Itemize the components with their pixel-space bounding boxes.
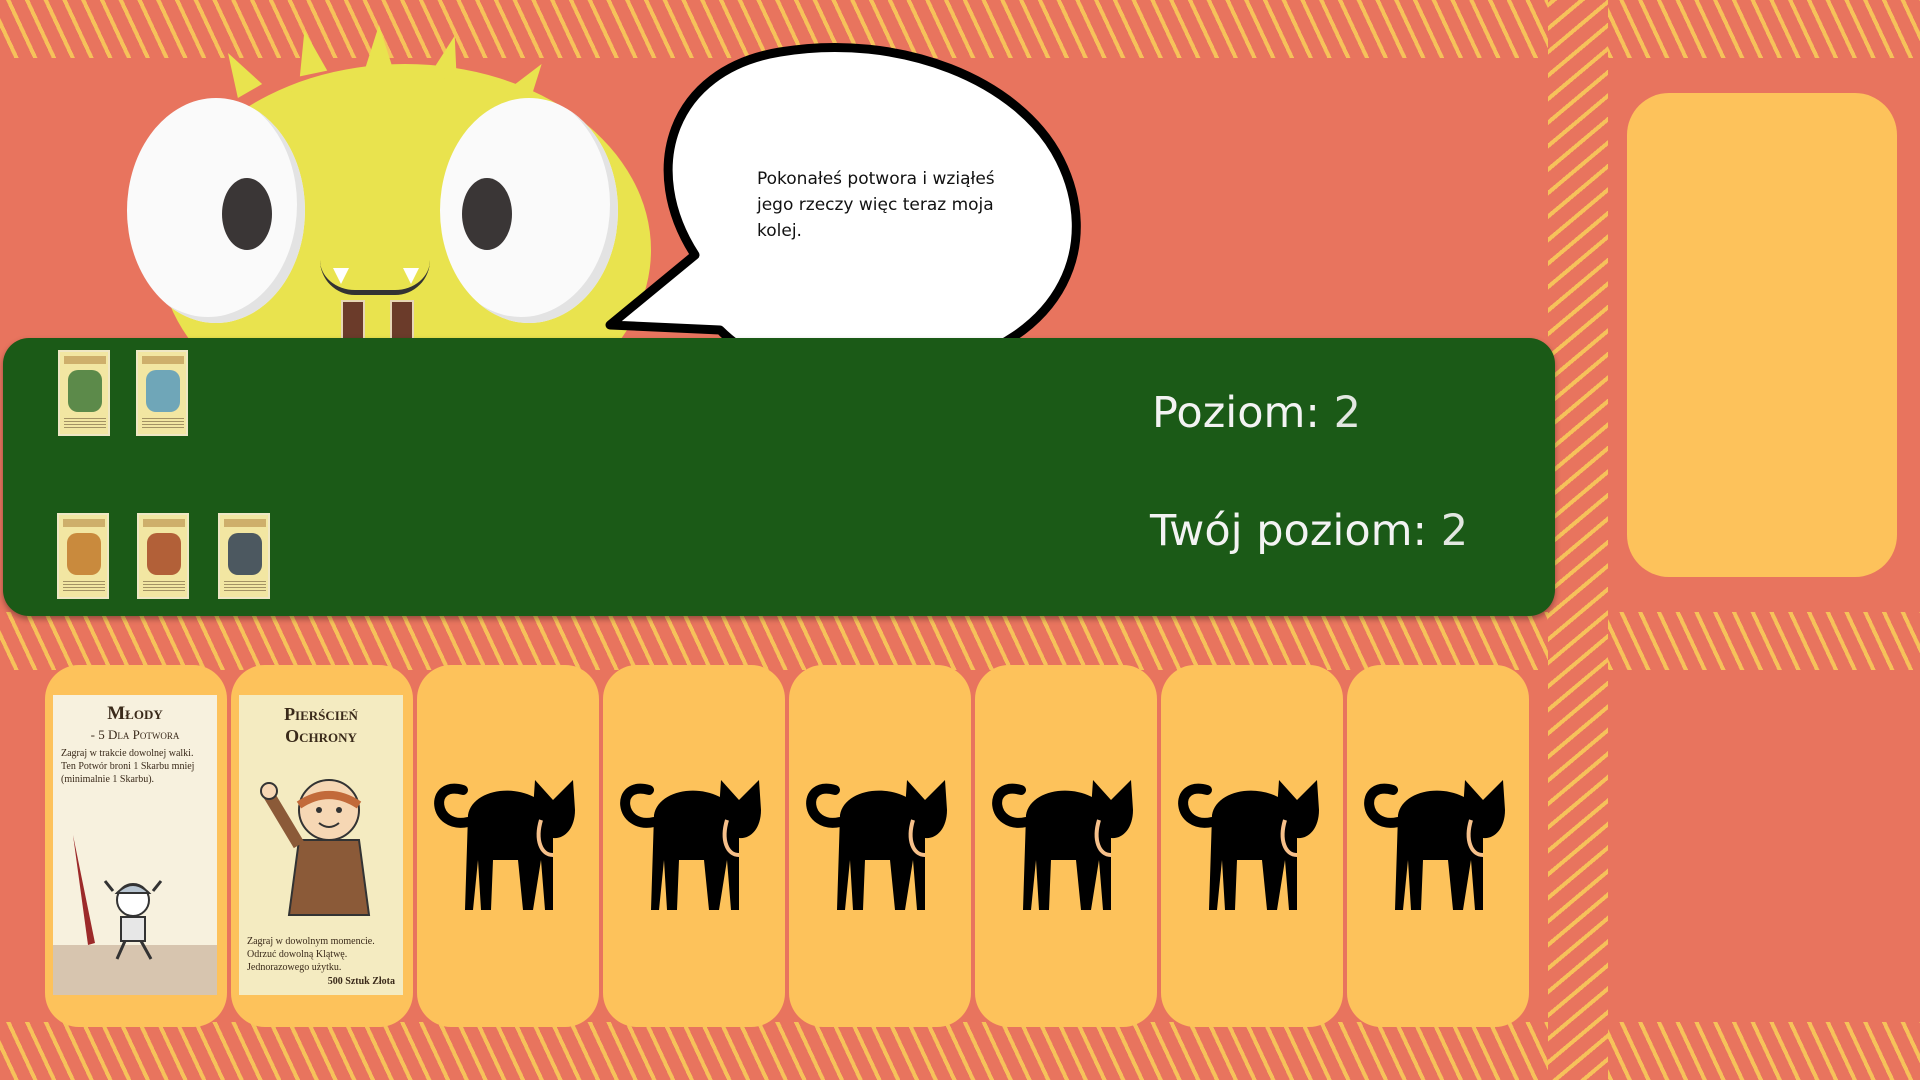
black-cat-icon [620,780,761,910]
stripe-band-bottom [0,1022,1920,1080]
fur-spike [365,25,393,69]
player-level-label: Twój poziom: [1150,506,1428,556]
deck-slot[interactable] [1627,93,1897,577]
boots-card-icon[interactable] [218,513,270,599]
chainsaw-card-icon[interactable] [137,513,189,599]
card-text-lines [64,418,106,428]
warrior-card-icon[interactable] [57,513,109,599]
card-title-strip [64,356,106,364]
card-text-lines [224,581,266,591]
card-text-lines [63,581,105,591]
monster-character [105,25,645,430]
fur-spike [290,27,328,77]
hand-card-hidden[interactable] [417,665,599,1027]
monster-level: Poziom: 2 [1152,388,1361,438]
card-face: Pierścień Ochrony Zagraj w dowolnym mome… [239,695,403,995]
card-art [146,370,180,412]
hand-card-hidden[interactable] [1347,665,1529,1027]
black-cat-icon [434,780,575,910]
card-text-lines [142,418,184,428]
sword-card-icon[interactable] [58,350,110,436]
card-title-strip [142,356,184,364]
hand-card-hidden[interactable] [1161,665,1343,1027]
monster-level-value: 2 [1333,388,1361,438]
player-level-value: 2 [1440,506,1469,556]
monk-illustration [260,779,371,916]
viking-illustration [53,835,217,995]
right-pupil [462,178,512,250]
card-art [228,533,262,575]
left-pupil [222,178,272,250]
hand-card-1[interactable]: Młody - 5 Dla Potwora Zagraj w trakcie d… [45,665,227,1027]
card-title: Pierścień Ochrony [284,704,358,746]
card-art [147,533,181,575]
card-art [68,370,102,412]
card-text: Zagraj w trakcie dowolnej walki. Ten Pot… [61,748,195,785]
speech-bubble-text: Pokonałeś potwora i wziąłeś jego rzeczy … [757,169,995,241]
black-cat-icon [806,780,947,910]
hand-card-2[interactable]: Pierścień Ochrony Zagraj w dowolnym mome… [231,665,413,1027]
card-art [67,533,101,575]
stripe-band-middle [0,612,1920,670]
card-title-strip [143,519,185,527]
card-subtitle: - 5 Dla Potwora [90,727,180,742]
fang-left [333,268,349,284]
hand-card-hidden[interactable] [975,665,1157,1027]
left-eye [127,98,305,323]
card-title-strip [63,519,105,527]
hand-card-hidden[interactable] [603,665,785,1027]
card-text-lines [143,581,185,591]
curse-card-icon[interactable] [136,350,188,436]
card-title-strip [224,519,266,527]
monster-level-label: Poziom: [1152,388,1320,438]
black-cat-icon [1364,780,1505,910]
card-text: Zagraj w dowolnym momencie. Odrzuć dowol… [247,936,375,973]
stripe-band-right [1548,0,1608,1080]
player-level: Twój poziom: 2 [1150,506,1468,556]
hand-card-hidden[interactable] [789,665,971,1027]
card-face: Młody - 5 Dla Potwora Zagraj w trakcie d… [53,695,217,995]
black-cat-icon [1178,780,1319,910]
card-title: Młody [107,703,163,724]
fang-right [403,268,419,284]
black-cat-icon [992,780,1133,910]
fur-spike [215,45,263,99]
right-eye [440,98,618,323]
card-price: 500 Sztuk Złota [327,976,395,987]
